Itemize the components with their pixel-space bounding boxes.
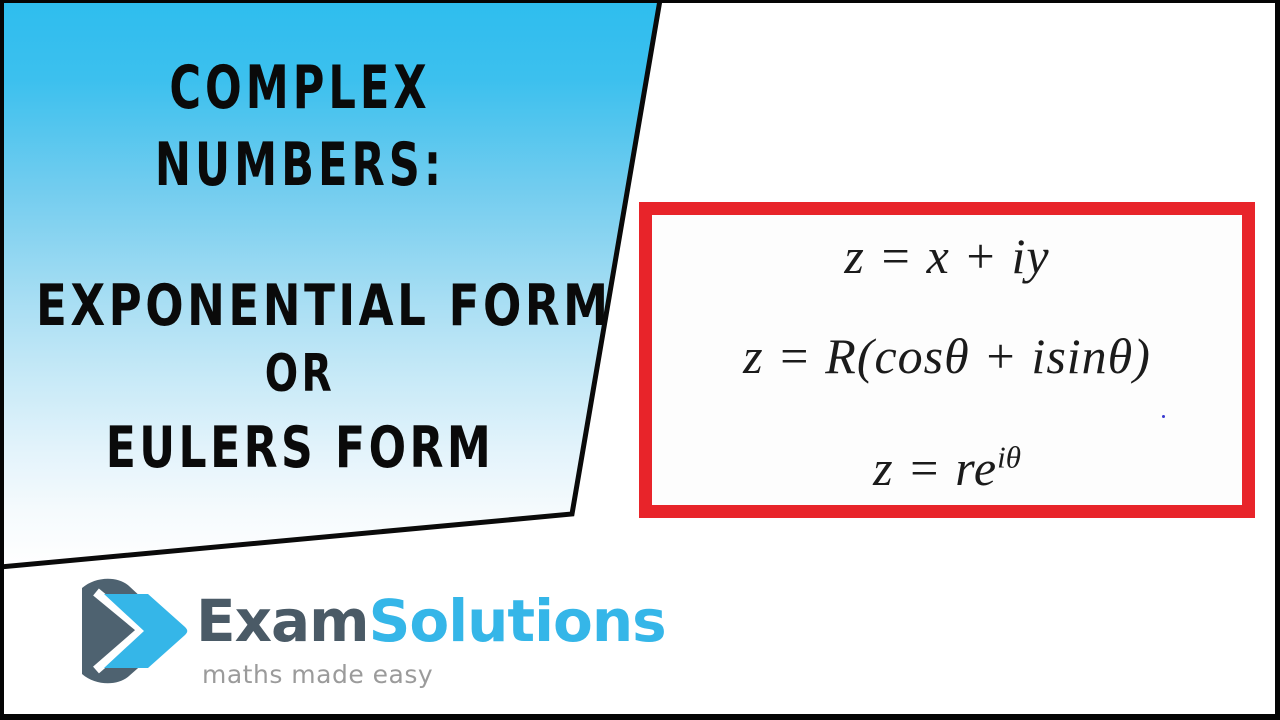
formula-polar-form: z = R(cosθ + isinθ) xyxy=(652,327,1242,385)
formula-polar-form-text: z = R(cosθ + isinθ) xyxy=(743,328,1151,384)
play-chevron-icon xyxy=(74,574,189,686)
slide-canvas: COMPLEX NUMBERS: EXPONENTIAL FORM OR EUL… xyxy=(0,0,1280,720)
logo-tagline: maths made easy xyxy=(202,660,434,689)
formula-exponential-form-text: z = re xyxy=(873,440,998,496)
formula-cartesian-form: z = x + iy xyxy=(652,227,1242,285)
formula-box: z = x + iy z = R(cosθ + isinθ) z = reiθ xyxy=(639,202,1255,518)
logo-wordmark: ExamSolutions xyxy=(196,592,667,650)
formula-box-inner: z = x + iy z = R(cosθ + isinθ) z = reiθ xyxy=(652,215,1242,505)
formula-exponential-form: z = reiθ xyxy=(652,439,1242,497)
logo-word-exam: Exam xyxy=(196,587,370,655)
title-subheading-eulers-form: EULERS FORM xyxy=(105,415,495,481)
blue-speck-artifact xyxy=(1162,415,1165,418)
title-heading-line-1: COMPLEX xyxy=(169,53,431,123)
examsolutions-logo[interactable]: ExamSolutions maths made easy xyxy=(74,572,674,692)
title-subheading-or: OR xyxy=(264,344,336,404)
title-text-block: COMPLEX NUMBERS: EXPONENTIAL FORM OR EUL… xyxy=(0,0,612,520)
formula-exponential-form-exponent: iθ xyxy=(997,439,1021,475)
title-subheading-exponential-form: EXPONENTIAL FORM xyxy=(36,273,612,339)
formula-cartesian-form-text: z = x + iy xyxy=(844,228,1050,284)
title-heading-line-2: NUMBERS: xyxy=(154,130,446,200)
logo-word-solutions: Solutions xyxy=(368,587,667,655)
